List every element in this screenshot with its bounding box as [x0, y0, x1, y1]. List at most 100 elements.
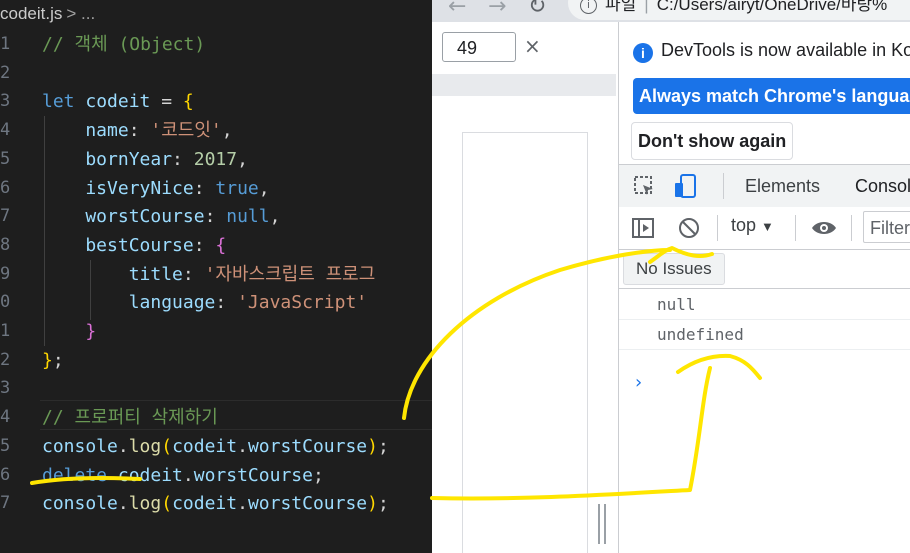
tab-elements[interactable]: Elements [745, 165, 820, 207]
code-line[interactable]: // 프로퍼티 삭제하기 [42, 403, 218, 432]
close-icon[interactable]: × [524, 34, 541, 58]
code-line[interactable]: name: '코드잇', [42, 116, 233, 145]
line-number: 4 [0, 407, 11, 428]
code-line[interactable]: title: '자바스크립트 프로그 [42, 260, 376, 289]
code-token: 2017 [193, 148, 238, 170]
clear-console-icon[interactable] [677, 216, 701, 240]
code-token: isVeryNice [42, 177, 194, 199]
code-line[interactable]: worstCourse: null, [42, 202, 280, 231]
code-token: . [117, 435, 129, 457]
reload-icon[interactable]: ↻ [528, 0, 546, 19]
context-selector[interactable]: top ▼ [731, 215, 774, 236]
console-prompt-icon[interactable]: › [633, 372, 644, 393]
code-token: : [215, 292, 238, 314]
code-line[interactable]: } [42, 317, 96, 346]
tab-divider [723, 173, 724, 199]
code-token: ; [378, 493, 389, 515]
code-token: ) [367, 435, 378, 457]
code-token: , [237, 148, 248, 170]
code-token: codeit [172, 493, 238, 515]
page-viewport: 49 × [432, 22, 618, 553]
match-language-button[interactable]: Always match Chrome's language [633, 78, 910, 114]
line-number: 4 [0, 120, 11, 141]
code-token: { [182, 91, 194, 113]
browser-window: ← → ↻ i 파일 | C:/Users/airyt/OneDrive/바탕% 49… [432, 0, 910, 553]
code-token: '자바스크립트 프로그 [204, 263, 376, 285]
device-toolbar-icon[interactable] [673, 173, 699, 199]
toolbar-divider [795, 215, 796, 241]
code-token: , [221, 120, 233, 142]
code-line[interactable]: isVeryNice: true, [42, 174, 270, 203]
code-token: null [226, 206, 270, 228]
code-line[interactable]: delete codeit.worstCourse; [42, 461, 324, 490]
code-token: ( [161, 493, 173, 515]
code-token: , [258, 177, 270, 199]
code-token: codeit [117, 464, 183, 486]
code-line[interactable]: // 객체 (Object) [42, 30, 205, 59]
back-arrow-icon[interactable]: ← [448, 0, 466, 19]
forward-arrow-icon[interactable]: → [488, 0, 506, 19]
live-expression-eye-icon[interactable] [811, 217, 837, 239]
sidebar-toggle-icon[interactable] [631, 216, 655, 240]
toolbar-divider [717, 215, 718, 241]
code-token: worstCourse [247, 435, 368, 457]
code-token: . [237, 435, 248, 457]
dont-show-again-button[interactable]: Don't show again [631, 122, 794, 160]
code-token: } [42, 321, 97, 342]
code-token: { [215, 234, 227, 256]
info-icon: i [633, 43, 653, 63]
breadcrumb[interactable]: codeit.js > ... [0, 0, 95, 28]
code-line[interactable]: bestCourse: { [42, 231, 226, 260]
resize-handle[interactable] [598, 504, 606, 544]
issues-button[interactable]: No Issues [623, 253, 725, 285]
code-token: ; [312, 464, 324, 486]
code-token: , [269, 206, 281, 228]
line-number: 6 [0, 464, 11, 485]
code-token: . [182, 464, 194, 486]
url-text: C:/Users/airyt/OneDrive/바탕% [656, 0, 888, 14]
code-token: // 객체 (Object) [42, 34, 206, 55]
code-token: 'JavaScript' [237, 292, 368, 314]
code-line[interactable]: let codeit = { [42, 87, 194, 116]
code-token: : [193, 177, 216, 199]
code-token: . [237, 493, 248, 515]
code-token: language [42, 292, 216, 314]
code-token: console [42, 435, 118, 457]
code-editor[interactable]: codeit.js > ... 1 2 3 4 5 6 7 8 9 0 1 2 3 4 5 6 7 // 객체 (… [0, 0, 432, 553]
code-token: : [204, 206, 227, 228]
filter-input[interactable]: Filter [863, 211, 910, 243]
code-token: worstCourse [247, 493, 368, 515]
info-icon[interactable]: i [580, 0, 597, 15]
url-separator: | [644, 0, 649, 14]
code-line[interactable]: console.log(codeit.worstCourse); [42, 489, 389, 518]
breadcrumb-tail[interactable]: > ... [66, 4, 95, 23]
code-token: name [42, 120, 129, 142]
code-token: ( [161, 435, 173, 457]
code-token: : [193, 234, 216, 256]
code-line[interactable]: language: 'JavaScript' [42, 288, 367, 317]
code-token: : [182, 263, 205, 285]
line-number: 1 [0, 321, 11, 341]
code-token: true [215, 177, 259, 199]
line-number: 6 [0, 177, 11, 198]
inspect-element-icon[interactable] [633, 175, 657, 199]
find-input[interactable]: 49 [442, 32, 516, 62]
code-token: ; [378, 435, 389, 457]
address-bar[interactable]: i 파일 | C:/Users/airyt/OneDrive/바탕% [568, 0, 910, 20]
console-message: undefined [619, 320, 910, 350]
code-line[interactable]: bornYear: 2017, [42, 145, 248, 174]
code-line[interactable]: console.log(codeit.worstCourse); [42, 432, 389, 461]
code-token: worstCourse [193, 464, 313, 486]
code-token: = [150, 91, 183, 113]
code-token: : [172, 148, 194, 170]
code-token: . [117, 493, 129, 515]
devtools-language-notice: i DevTools is now available in Ko Always … [619, 22, 910, 162]
browser-toolbar: ← → ↻ i 파일 | C:/Users/airyt/OneDrive/바탕% [432, 0, 910, 22]
code-token: delete [42, 464, 108, 486]
line-number: 3 [0, 378, 11, 399]
breadcrumb-file[interactable]: codeit.js [0, 4, 62, 23]
line-number: 2 [0, 349, 11, 370]
code-line[interactable]: }; [42, 346, 64, 375]
tab-console[interactable]: Console [855, 165, 910, 209]
